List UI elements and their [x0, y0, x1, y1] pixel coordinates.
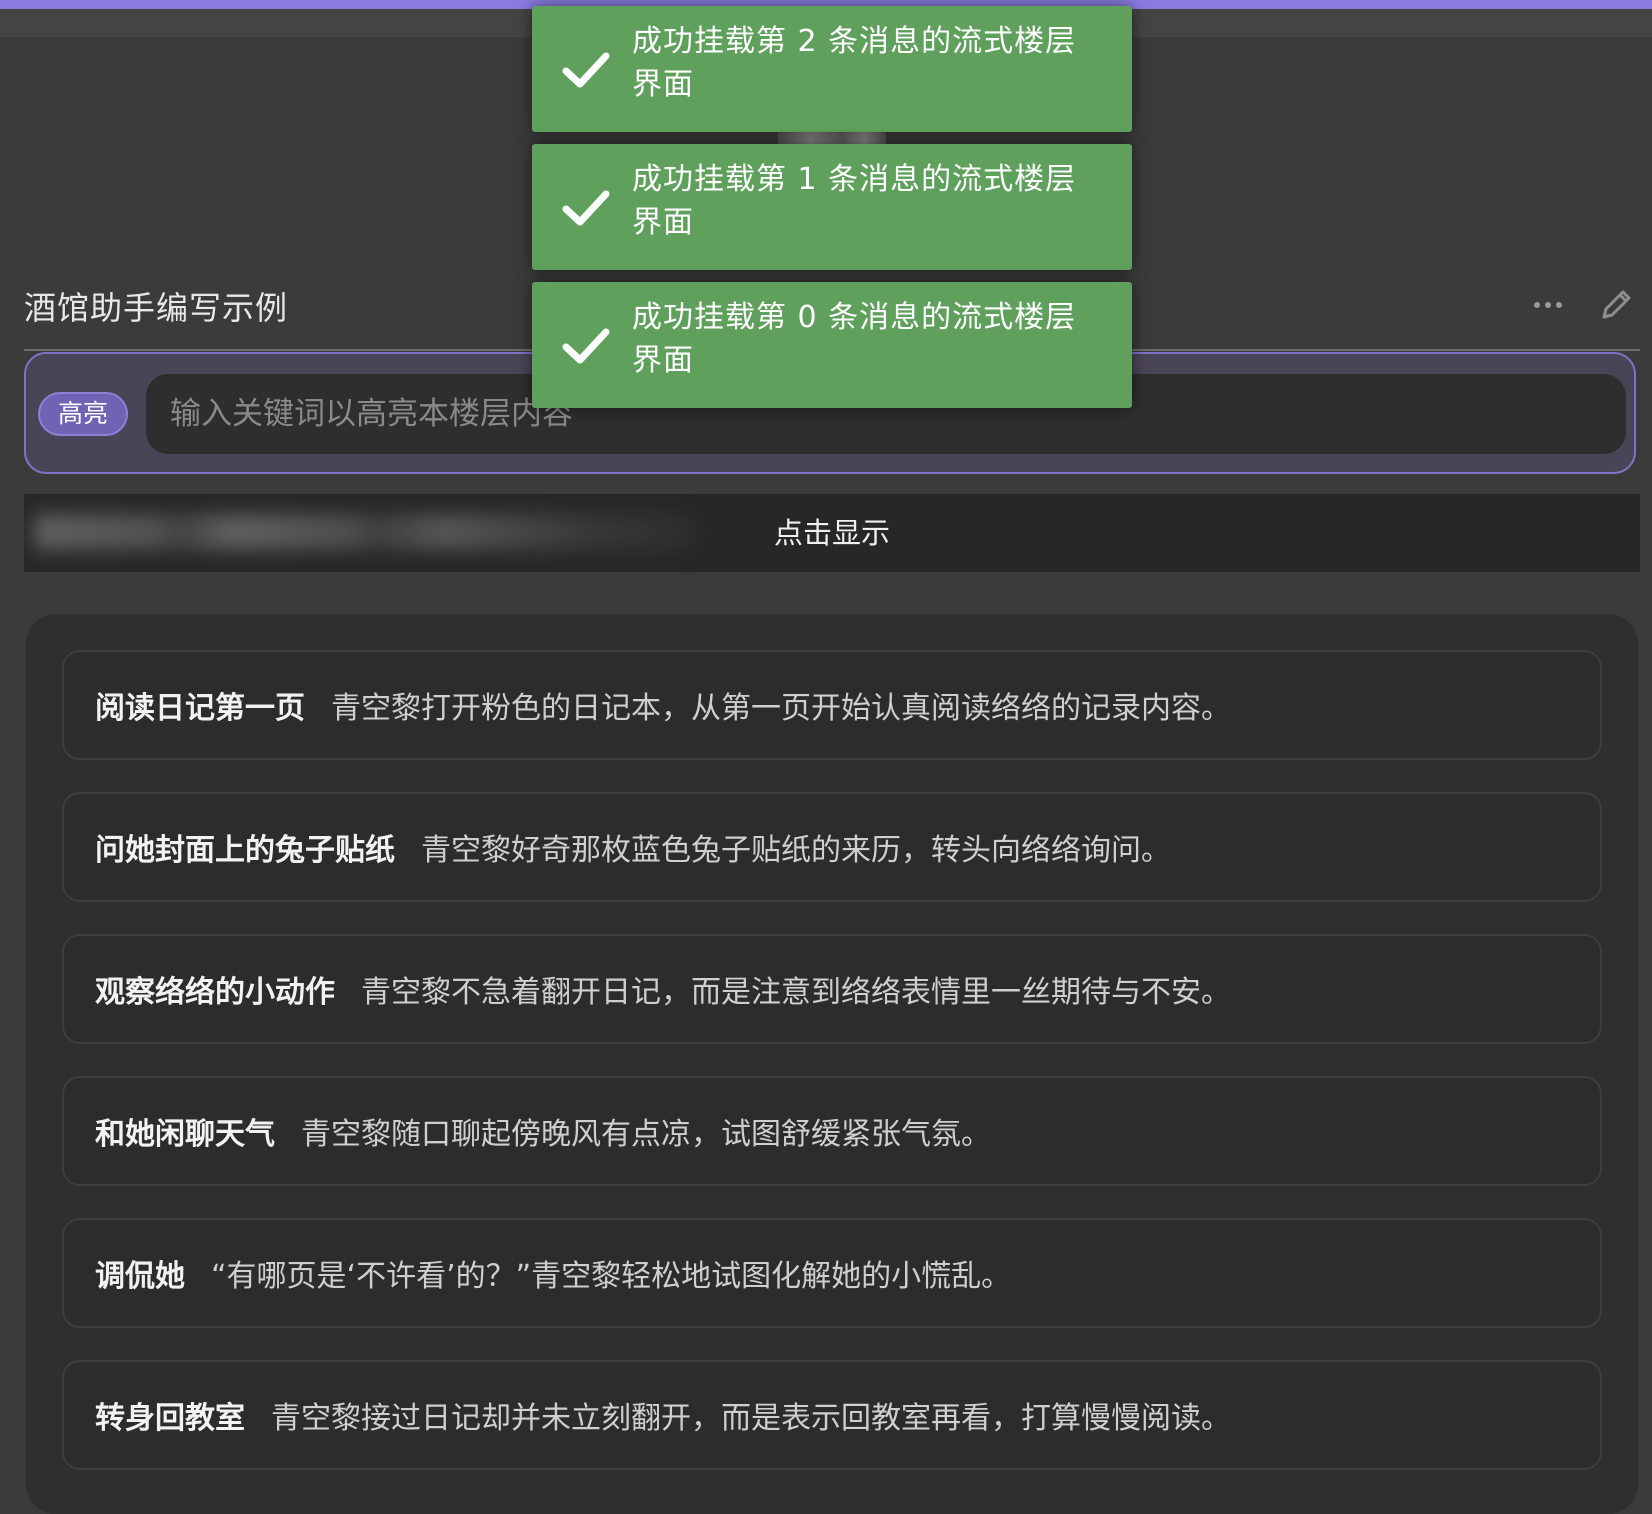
- avatar: [778, 130, 886, 144]
- check-icon: [562, 328, 610, 364]
- toast-message: 成功挂载第 1 条消息的流式楼层界面: [632, 162, 1077, 240]
- toast-message: 成功挂载第 0 条消息的流式楼层界面: [632, 300, 1077, 378]
- toast-notification[interactable]: 成功挂载第 1 条消息的流式楼层界面: [532, 144, 1132, 270]
- option-description: 青空黎不急着翻开日记，而是注意到络络表情里一丝期待与不安。: [361, 975, 1231, 1010]
- option-card[interactable]: 问她封面上的兔子贴纸 青空黎好奇那枚蓝色兔子贴纸的来历，转头向络络询问。: [62, 792, 1602, 902]
- option-card[interactable]: 观察络络的小动作 青空黎不急着翻开日记，而是注意到络络表情里一丝期待与不安。: [62, 934, 1602, 1044]
- toast-notification[interactable]: 成功挂载第 0 条消息的流式楼层界面: [532, 282, 1132, 408]
- check-icon: [562, 190, 610, 226]
- option-description: 青空黎打开粉色的日记本，从第一页开始认真阅读络络的记录内容。: [331, 691, 1231, 726]
- spoiler-block[interactable]: 点击显示: [24, 494, 1640, 572]
- toast-notification[interactable]: 成功挂载第 2 条消息的流式楼层界面: [532, 6, 1132, 132]
- more-icon[interactable]: [1534, 295, 1568, 315]
- option-description: 青空黎接过日记却并未立刻翻开，而是表示回教室再看，打算慢慢阅读。: [271, 1401, 1231, 1436]
- spoiler-reveal-button[interactable]: 点击显示: [24, 494, 1640, 572]
- option-card[interactable]: 阅读日记第一页 青空黎打开粉色的日记本，从第一页开始认真阅读络络的记录内容。: [62, 650, 1602, 760]
- option-title: 观察络络的小动作: [95, 975, 335, 1010]
- option-title: 转身回教室: [95, 1401, 245, 1436]
- option-title: 和她闲聊天气: [95, 1117, 275, 1152]
- option-description: 青空黎随口聊起傍晚风有点凉，试图舒缓紧张气氛。: [301, 1117, 991, 1152]
- option-title: 阅读日记第一页: [95, 691, 305, 726]
- option-title: 调侃她: [95, 1259, 185, 1294]
- pencil-icon[interactable]: [1596, 285, 1636, 325]
- options-panel: 阅读日记第一页 青空黎打开粉色的日记本，从第一页开始认真阅读络络的记录内容。 问…: [26, 614, 1638, 1514]
- option-title: 问她封面上的兔子贴纸: [95, 833, 395, 868]
- option-description: “有哪页是‘不许看’的？”青空黎轻松地试图化解她的小慌乱。: [211, 1259, 1012, 1294]
- check-icon: [562, 52, 610, 88]
- option-description: 青空黎好奇那枚蓝色兔子贴纸的来历，转头向络络询问。: [421, 833, 1171, 868]
- option-card[interactable]: 和她闲聊天气 青空黎随口聊起傍晚风有点凉，试图舒缓紧张气氛。: [62, 1076, 1602, 1186]
- option-card[interactable]: 转身回教室 青空黎接过日记却并未立刻翻开，而是表示回教室再看，打算慢慢阅读。: [62, 1360, 1602, 1470]
- option-card[interactable]: 调侃她 “有哪页是‘不许看’的？”青空黎轻松地试图化解她的小慌乱。: [62, 1218, 1602, 1328]
- message-title: 酒馆助手编写示例: [24, 289, 289, 327]
- highlight-pill[interactable]: 高亮: [38, 392, 128, 436]
- toast-message: 成功挂载第 2 条消息的流式楼层界面: [632, 24, 1077, 102]
